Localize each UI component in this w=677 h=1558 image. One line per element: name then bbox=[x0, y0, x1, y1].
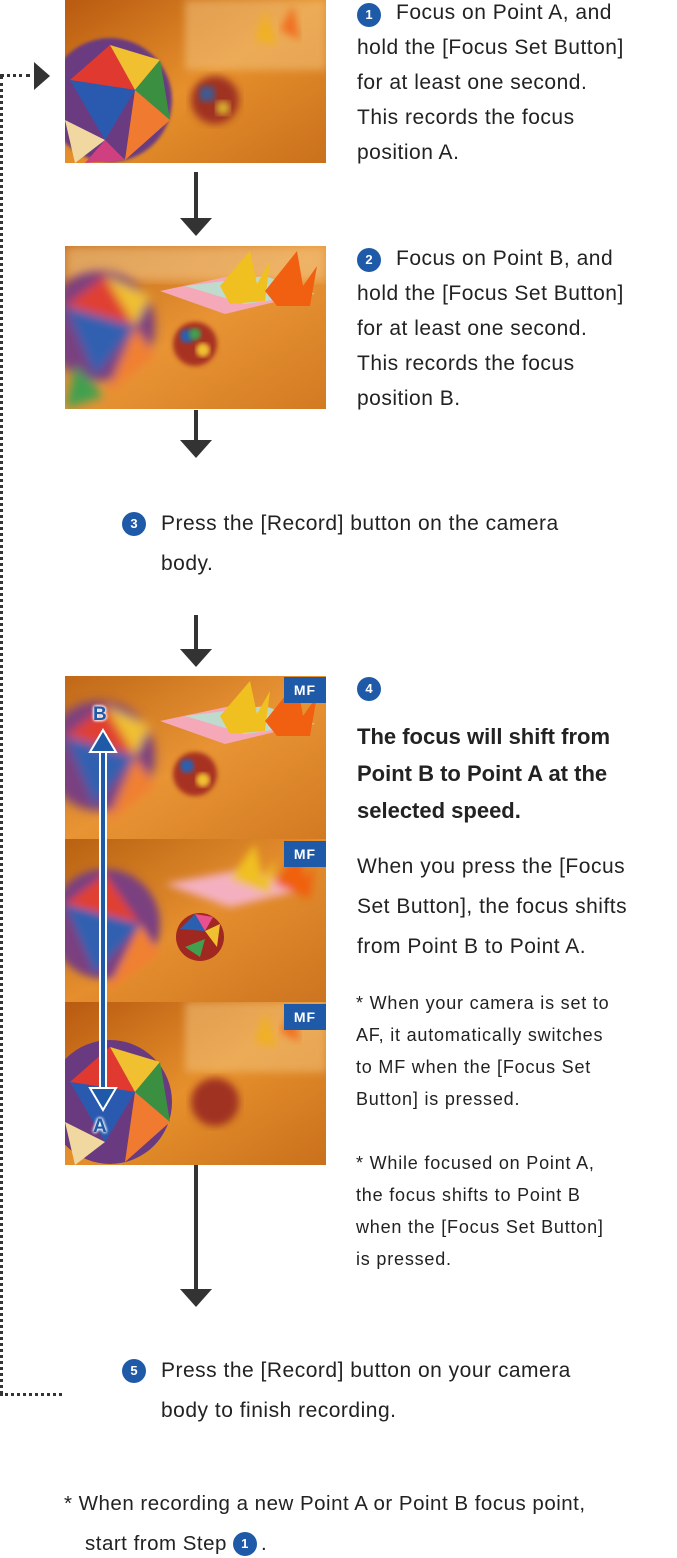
step3-text: Press the [Record] button on the camera … bbox=[161, 504, 671, 584]
footnote-line-1: * When recording a new Point A or Point … bbox=[64, 1492, 586, 1515]
photo-point-a bbox=[65, 0, 326, 163]
step4-body-line: Set Button], the focus shifts bbox=[357, 895, 628, 918]
step1-line: for at least one second. bbox=[357, 71, 588, 94]
loop-dotted-line-bottom bbox=[0, 1393, 62, 1396]
step5-text: Press the [Record] button on your camera… bbox=[161, 1351, 671, 1431]
footnote: * When recording a new Point A or Point … bbox=[64, 1484, 677, 1558]
down-arrow-icon bbox=[180, 172, 212, 236]
step2-line: for at least one second. bbox=[357, 317, 588, 340]
photo-point-b bbox=[65, 246, 326, 409]
mf-badge: MF bbox=[284, 1004, 326, 1030]
step2-line: hold the [Focus Set Button] bbox=[357, 282, 624, 305]
step2-line: position B. bbox=[357, 387, 461, 410]
step4-note-line: the focus shifts to Point B bbox=[356, 1185, 581, 1205]
step4-note-line: Button] is pressed. bbox=[356, 1089, 521, 1109]
step1-text: Focus on Point A, and hold the [Focus Se… bbox=[357, 0, 677, 170]
step5-line: Press the [Record] button on your camera bbox=[161, 1359, 571, 1382]
mf-badge: MF bbox=[284, 677, 326, 703]
footnote-prefix: start from Step bbox=[85, 1532, 227, 1555]
step4-note-line: * When your camera is set to bbox=[356, 993, 610, 1013]
step1-line: This records the focus bbox=[357, 106, 575, 129]
step1-line: hold the [Focus Set Button] bbox=[357, 36, 624, 59]
down-arrow-icon bbox=[180, 1165, 212, 1307]
step4-note-line: * While focused on Point A, bbox=[356, 1153, 595, 1173]
loop-dotted-line-top bbox=[0, 74, 30, 77]
double-arrow-icon bbox=[88, 728, 118, 1112]
step-number-5-icon: 5 bbox=[122, 1359, 146, 1383]
step4-body: When you press the [Focus Set Button], t… bbox=[357, 847, 677, 967]
step4-note-line: to MF when the [Focus Set bbox=[356, 1057, 592, 1077]
step1-line: Focus on Point A, and bbox=[396, 1, 612, 24]
step4-heading-line: The focus will shift from bbox=[357, 724, 611, 749]
down-arrow-icon bbox=[180, 615, 212, 667]
mf-badge: MF bbox=[284, 841, 326, 867]
step5-line: body to finish recording. bbox=[161, 1399, 397, 1422]
step2-line: Focus on Point B, and bbox=[396, 247, 614, 270]
step2-text: Focus on Point B, and hold the [Focus Se… bbox=[357, 241, 677, 416]
step4-heading-line: Point B to Point A at the bbox=[357, 761, 608, 786]
right-triangle-icon bbox=[34, 62, 50, 90]
point-a-label: A bbox=[93, 1116, 107, 1137]
step4-note-line: AF, it automatically switches bbox=[356, 1025, 604, 1045]
point-b-label: B bbox=[93, 704, 107, 725]
loop-dotted-line bbox=[0, 76, 3, 1394]
step2-line: This records the focus bbox=[357, 352, 575, 375]
step4-body-line: from Point B to Point A. bbox=[357, 935, 587, 958]
step1-line: position A. bbox=[357, 141, 460, 164]
down-arrow-icon bbox=[180, 410, 212, 458]
step3-line: Press the [Record] button on the camera bbox=[161, 512, 559, 535]
step4-heading: The focus will shift from Point B to Poi… bbox=[357, 718, 677, 829]
step-number-4-icon: 4 bbox=[357, 677, 381, 701]
footnote-suffix: . bbox=[260, 1532, 268, 1555]
footnote-line-2: start from Step 1. bbox=[64, 1524, 677, 1558]
step3-line: body. bbox=[161, 552, 214, 575]
step-ref-icon: 1 bbox=[232, 1532, 257, 1556]
step4-note-1: * When your camera is set to AF, it auto… bbox=[356, 987, 677, 1115]
step4-heading-line: selected speed. bbox=[357, 798, 521, 823]
step4-note-line: is pressed. bbox=[356, 1249, 452, 1269]
step-number-3-icon: 3 bbox=[122, 512, 146, 536]
step4-note-2: * While focused on Point A, the focus sh… bbox=[356, 1147, 677, 1275]
step4-body-line: When you press the [Focus bbox=[357, 855, 626, 878]
step4-note-line: when the [Focus Set Button] bbox=[356, 1217, 604, 1237]
